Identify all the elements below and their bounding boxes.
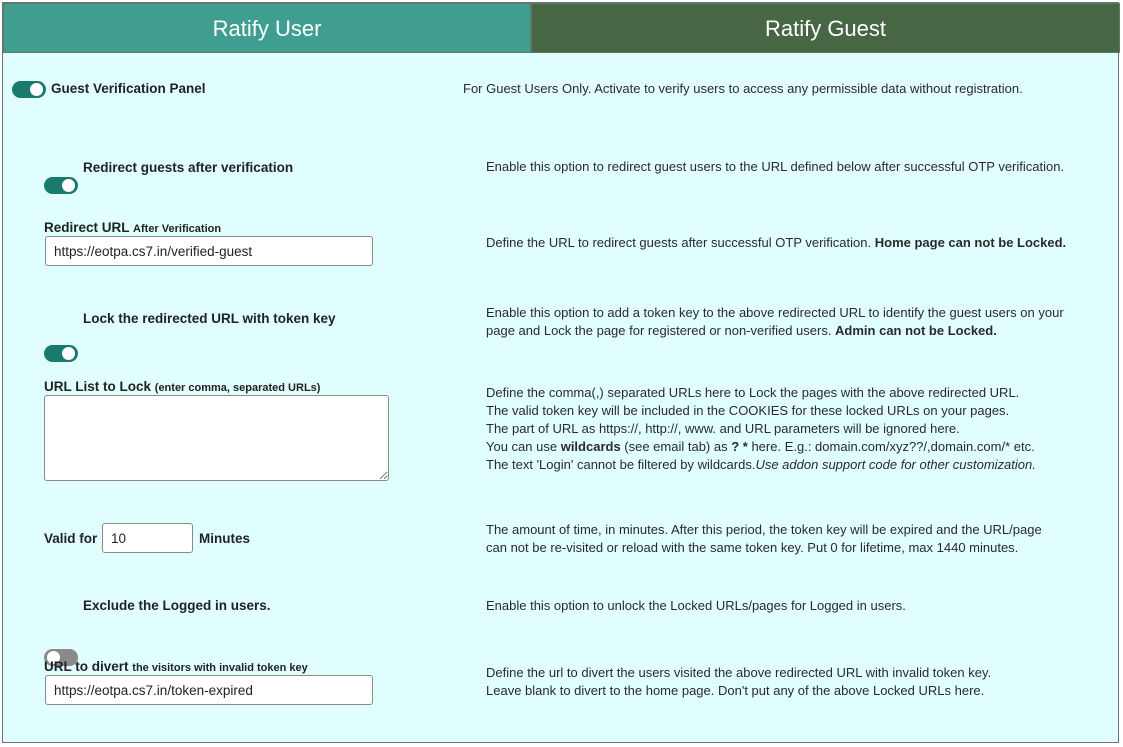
divert-url-label: URL to divert the visitors with invalid … xyxy=(44,659,308,674)
redirect-url-desc-text: Define the URL to redirect guests after … xyxy=(486,235,875,250)
url-list-label-text: URL List to Lock xyxy=(44,379,152,394)
url-list-desc-line2: The valid token key will be included in … xyxy=(486,403,1010,418)
exclude-logged-in-desc: Enable this option to unlock the Locked … xyxy=(486,598,906,613)
redirect-guests-label: Redirect guests after verification xyxy=(83,160,294,175)
settings-frame: Ratify User Ratify Guest Guest Verificat… xyxy=(2,2,1120,743)
guest-verification-desc: For Guest Users Only. Activate to verify… xyxy=(463,81,1023,96)
url-list-label-small: (enter comma, separated URLs) xyxy=(154,382,321,394)
divert-url-desc: Define the url to divert the users visit… xyxy=(486,664,991,700)
toggle-knob xyxy=(62,347,75,360)
valid-for-desc: The amount of time, in minutes. After th… xyxy=(486,521,1042,557)
lock-url-desc-line2: page and Lock the page for registered or… xyxy=(486,322,1064,340)
redirect-guests-toggle[interactable] xyxy=(44,177,78,194)
url-list-desc-line4: You can use wildcards (see email tab) as… xyxy=(486,438,1036,456)
valid-for-unit: Minutes xyxy=(199,531,251,546)
url-list-desc-wildcards: wildcards xyxy=(560,439,621,454)
url-list-label: URL List to Lock (enter comma, separated… xyxy=(44,379,320,394)
divert-url-desc-line1: Define the url to divert the users visit… xyxy=(486,665,992,680)
redirect-url-desc: Define the URL to redirect guests after … xyxy=(486,234,1066,252)
guest-verification-label: Guest Verification Panel xyxy=(51,81,206,96)
redirect-url-input[interactable] xyxy=(45,236,373,266)
url-list-desc-line4-c: here. E.g.: domain.com/xyz??/,domain.com… xyxy=(747,439,1035,454)
guest-verification-toggle[interactable] xyxy=(12,81,46,98)
redirect-url-desc-bold: Home page can not be Locked. xyxy=(874,235,1067,250)
url-list-desc-line4-b: (see email tab) as xyxy=(620,439,732,454)
divert-url-desc-line2: Leave blank to divert to the home page. … xyxy=(486,683,985,698)
redirect-url-label-text: Redirect URL xyxy=(44,220,130,235)
valid-for-input[interactable] xyxy=(102,523,193,553)
tab-ratify-guest[interactable]: Ratify Guest xyxy=(531,3,1120,53)
url-list-desc-line5-a: The text 'Login' cannot be filtered by w… xyxy=(486,457,756,472)
lock-url-label: Lock the redirected URL with token key xyxy=(83,311,336,326)
redirect-url-label: Redirect URL After Verification xyxy=(44,220,221,235)
url-list-desc-line5-italic: Use addon support code for other customi… xyxy=(755,457,1036,472)
lock-url-desc-line1: Enable this option to add a token key to… xyxy=(486,305,1064,320)
url-list-desc-wildcard-chars: ? * xyxy=(731,439,748,454)
tab-bar: Ratify User Ratify Guest xyxy=(3,3,1120,55)
url-list-desc-line3: The part of URL as https://, http://, ww… xyxy=(486,421,960,436)
url-list-desc: Define the comma(,) separated URLs here … xyxy=(486,384,1036,474)
valid-for-label: Valid for xyxy=(44,531,98,546)
redirect-url-label-small: After Verification xyxy=(133,223,222,235)
lock-url-toggle[interactable] xyxy=(44,345,78,362)
valid-for-desc-line2: can not be re-visited or reload with the… xyxy=(486,540,1019,555)
divert-url-label-text: URL to divert xyxy=(44,659,129,674)
url-list-desc-line1: Define the comma(,) separated URLs here … xyxy=(486,385,1020,400)
lock-url-desc-bold: Admin can not be Locked. xyxy=(835,323,997,338)
toggle-knob xyxy=(30,83,43,96)
lock-url-desc-line2-text: page and Lock the page for registered or… xyxy=(486,323,836,338)
tab-ratify-user[interactable]: Ratify User xyxy=(3,3,531,53)
valid-for-desc-line1: The amount of time, in minutes. After th… xyxy=(486,522,1042,537)
toggle-knob xyxy=(62,179,75,192)
divert-url-input[interactable] xyxy=(45,675,373,705)
lock-url-desc: Enable this option to add a token key to… xyxy=(486,304,1064,340)
url-list-desc-line4-a: You can use xyxy=(486,439,561,454)
exclude-logged-in-label: Exclude the Logged in users. xyxy=(83,598,271,613)
divert-url-label-small: the visitors with invalid token key xyxy=(132,662,308,674)
url-list-desc-line5: The text 'Login' cannot be filtered by w… xyxy=(486,456,1036,474)
redirect-guests-desc: Enable this option to redirect guest use… xyxy=(486,159,1065,174)
url-list-textarea[interactable] xyxy=(44,395,389,481)
